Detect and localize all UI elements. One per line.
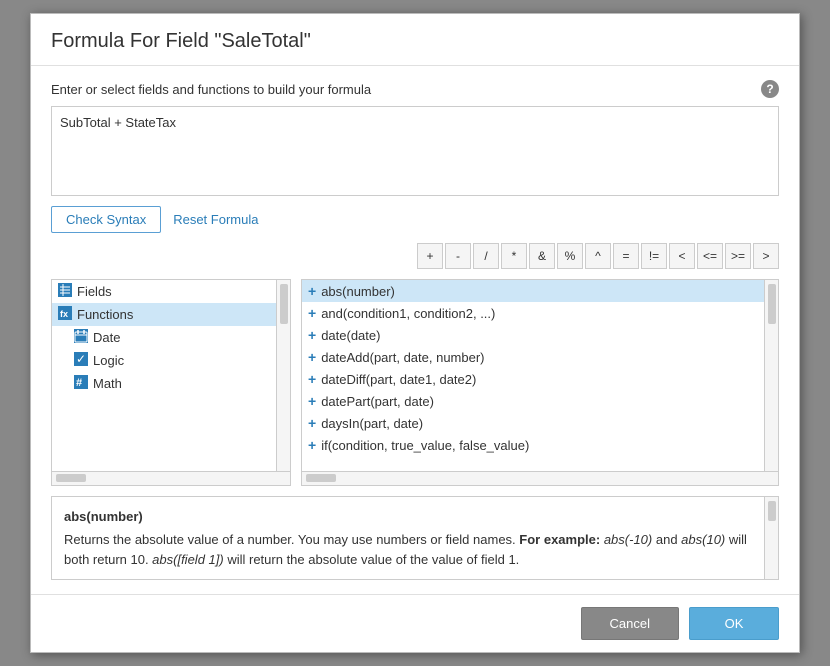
- functions-list: + abs(number) + and(condition1, conditio…: [302, 280, 764, 471]
- description-section: abs(number) Returns the absolute value o…: [51, 496, 779, 581]
- func-item-abs[interactable]: + abs(number): [302, 280, 764, 302]
- func-dateadd-label: dateAdd(part, date, number): [321, 350, 484, 365]
- dialog-footer: Cancel OK: [31, 594, 799, 652]
- date-plus-icon: +: [308, 327, 316, 343]
- left-scrollbar-thumb: [280, 284, 288, 324]
- func-if-label: if(condition, true_value, false_value): [321, 438, 529, 453]
- and-plus-icon: +: [308, 305, 316, 321]
- if-plus-icon: +: [308, 437, 316, 453]
- func-item-dateadd[interactable]: + dateAdd(part, date, number): [302, 346, 764, 368]
- logic-icon: ✓: [74, 352, 88, 369]
- tree-item-fields[interactable]: Fields: [52, 280, 276, 303]
- svg-text:#: #: [76, 377, 82, 389]
- math-icon: #: [74, 375, 88, 392]
- dialog-title: Formula For Field "SaleTotal": [31, 14, 799, 66]
- description-content: abs(number) Returns the absolute value o…: [51, 496, 765, 581]
- right-panel: + abs(number) + and(condition1, conditio…: [301, 279, 779, 486]
- func-item-and[interactable]: + and(condition1, condition2, ...): [302, 302, 764, 324]
- op-divide[interactable]: /: [473, 243, 499, 269]
- func-daysin-label: daysIn(part, date): [321, 416, 423, 431]
- left-panel-scrollbar[interactable]: [276, 280, 290, 471]
- func-datediff-label: dateDiff(part, date1, date2): [321, 372, 476, 387]
- right-panel-scrollbar[interactable]: [764, 280, 778, 471]
- desc-text: Returns the absolute value of a number. …: [64, 532, 516, 547]
- func-datepart-label: datePart(part, date): [321, 394, 434, 409]
- ok-button[interactable]: OK: [689, 607, 779, 640]
- op-multiply[interactable]: *: [501, 243, 527, 269]
- func-item-datediff[interactable]: + dateDiff(part, date1, date2): [302, 368, 764, 390]
- date-icon: [74, 329, 88, 346]
- functions-icon: fx: [58, 306, 72, 323]
- func-date-label: date(date): [321, 328, 380, 343]
- dialog-body: Enter or select fields and functions to …: [31, 66, 799, 594]
- daysin-plus-icon: +: [308, 415, 316, 431]
- fields-icon: [58, 283, 72, 300]
- right-scrollbar-thumb: [768, 284, 776, 324]
- tree-item-logic[interactable]: ✓ Logic: [52, 349, 276, 372]
- datepart-plus-icon: +: [308, 393, 316, 409]
- formula-dialog: Formula For Field "SaleTotal" Enter or s…: [30, 13, 800, 653]
- func-and-label: and(condition1, condition2, ...): [321, 306, 495, 321]
- right-panel-hscrollbar[interactable]: [302, 471, 778, 485]
- fields-label: Fields: [77, 284, 112, 299]
- func-item-date[interactable]: + date(date): [302, 324, 764, 346]
- desc-scrollbar-thumb: [768, 501, 776, 521]
- datediff-plus-icon: +: [308, 371, 316, 387]
- left-panel: Fields fx Functions Date: [51, 279, 291, 486]
- left-panel-hscrollbar[interactable]: [52, 471, 290, 485]
- op-lt[interactable]: <: [669, 243, 695, 269]
- instruction-row: Enter or select fields and functions to …: [51, 80, 779, 98]
- logic-label: Logic: [93, 353, 124, 368]
- right-hscrollbar-thumb: [306, 474, 336, 482]
- op-lte[interactable]: <=: [697, 243, 723, 269]
- func-item-if[interactable]: + if(condition, true_value, false_value): [302, 434, 764, 456]
- operator-bar: + - / * & % ^ = != < <= >= >: [51, 243, 779, 269]
- instruction-text: Enter or select fields and functions to …: [51, 82, 371, 97]
- check-syntax-button[interactable]: Check Syntax: [51, 206, 161, 233]
- right-panel-inner: + abs(number) + and(condition1, conditio…: [302, 280, 778, 471]
- svg-text:✓: ✓: [76, 352, 86, 366]
- op-minus[interactable]: -: [445, 243, 471, 269]
- left-hscrollbar-thumb: [56, 474, 86, 482]
- tree-item-math[interactable]: # Math: [52, 372, 276, 395]
- op-gt[interactable]: >: [753, 243, 779, 269]
- help-icon[interactable]: ?: [761, 80, 779, 98]
- op-caret[interactable]: ^: [585, 243, 611, 269]
- func-abs-label: abs(number): [321, 284, 395, 299]
- func-item-daysin[interactable]: + daysIn(part, date): [302, 412, 764, 434]
- reset-formula-button[interactable]: Reset Formula: [173, 212, 258, 227]
- desc-body: Returns the absolute value of a number. …: [64, 530, 752, 569]
- func-item-datepart[interactable]: + datePart(part, date): [302, 390, 764, 412]
- formula-input[interactable]: SubTotal + StateTax: [51, 106, 779, 196]
- dateadd-plus-icon: +: [308, 349, 316, 365]
- svg-text:fx: fx: [60, 309, 68, 319]
- tree-item-functions[interactable]: fx Functions: [52, 303, 276, 326]
- op-ampersand[interactable]: &: [529, 243, 555, 269]
- op-gte[interactable]: >=: [725, 243, 751, 269]
- op-equals[interactable]: =: [613, 243, 639, 269]
- functions-label: Functions: [77, 307, 133, 322]
- abs-plus-icon: +: [308, 283, 316, 299]
- button-row: Check Syntax Reset Formula: [51, 206, 779, 233]
- op-plus[interactable]: +: [417, 243, 443, 269]
- desc-scrollbar[interactable]: [765, 496, 779, 581]
- math-label: Math: [93, 376, 122, 391]
- cancel-button[interactable]: Cancel: [581, 607, 679, 640]
- left-tree: Fields fx Functions Date: [52, 280, 276, 471]
- op-notequals[interactable]: !=: [641, 243, 667, 269]
- date-label: Date: [93, 330, 120, 345]
- tree-item-date[interactable]: Date: [52, 326, 276, 349]
- desc-title: abs(number): [64, 507, 752, 527]
- left-panel-content: Fields fx Functions Date: [52, 280, 290, 471]
- op-percent[interactable]: %: [557, 243, 583, 269]
- panels-row: Fields fx Functions Date: [51, 279, 779, 486]
